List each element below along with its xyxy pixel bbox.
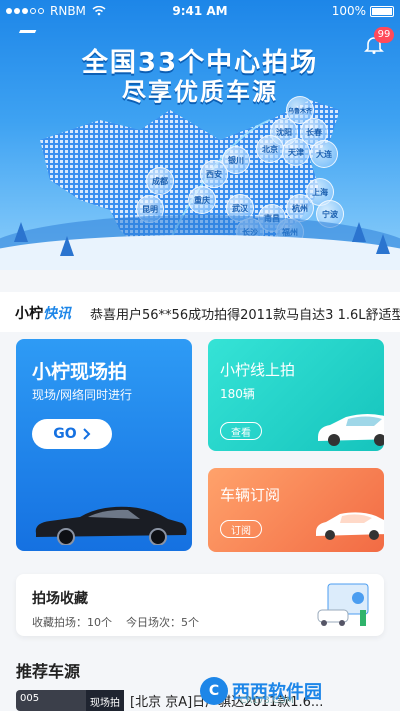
news-ticker[interactable]: 小柠快讯 恭喜用户56**56成功拍得2011款马自达3 1.6L舒适型 — [0, 292, 400, 332]
favorite-venues-card[interactable]: 拍场收藏 收藏拍场：10个 今日场次：5个 — [16, 574, 384, 636]
watermark-logo: C — [200, 677, 228, 705]
news-brand-suffix: 快讯 — [43, 306, 71, 322]
online-card-title: 小柠线上拍 — [220, 361, 296, 379]
notification-badge: 99 — [374, 27, 394, 43]
tree-icon — [376, 234, 390, 254]
tree-icon — [352, 222, 366, 242]
city-bubble[interactable]: 西安 — [200, 160, 228, 188]
vehicle-number: 005 — [20, 693, 40, 704]
monitor-car-illustration — [317, 583, 369, 626]
onsite-card-title: 小柠现场拍 — [32, 361, 128, 383]
battery-percent: 100% — [331, 4, 366, 18]
app-screen: 全国33个中心拍场 尽享优质车源 99 乌鲁木齐 沈阳 长春 北京 天津 大连 … — [0, 0, 400, 711]
city-bubble[interactable]: 大连 — [310, 140, 338, 168]
news-text[interactable]: 恭喜用户56**56成功拍得2011款马自达3 1.6L舒适型 — [90, 304, 400, 323]
chevron-right-icon — [82, 428, 91, 440]
watermark-url: CR173.COM — [240, 696, 294, 706]
city-bubble[interactable]: 成都 — [146, 167, 174, 195]
tree-icon — [60, 236, 74, 256]
favorites-stats: 收藏拍场：10个 今日场次：5个 — [32, 614, 199, 630]
favorites-title: 拍场收藏 — [32, 591, 88, 607]
subscribe-button[interactable]: 订阅 — [220, 520, 262, 538]
news-brand-prefix: 小柠 — [15, 306, 43, 322]
online-card-count: 180辆 — [220, 387, 255, 401]
black-car-illustration — [35, 506, 187, 545]
onsite-card-subtitle: 现场/网络同时进行 — [32, 388, 133, 402]
status-bar: RNBM 9:41 AM 100% — [0, 0, 400, 22]
recommend-section-title: 推荐车源 — [16, 662, 81, 681]
city-bubble[interactable]: 北京 — [256, 135, 284, 163]
battery-icon — [370, 5, 394, 17]
white-car-illustration — [316, 512, 384, 540]
go-button[interactable]: GO — [32, 419, 112, 449]
watermark: C 西西软件园 CR173.COM — [200, 676, 390, 706]
subscription-card-title: 车辆订阅 — [220, 486, 281, 504]
view-button[interactable]: 查看 — [220, 422, 262, 440]
city-bubble[interactable]: 重庆 — [188, 186, 216, 214]
auction-type-tag: 现场拍 — [86, 690, 124, 711]
city-bubble[interactable]: 天津 — [282, 138, 310, 166]
onsite-auction-card[interactable]: 小柠现场拍 现场/网络同时进行 GO — [16, 339, 192, 551]
go-button-label: GO — [53, 426, 77, 442]
collected-venues: 收藏拍场：10个 — [32, 616, 112, 629]
hero-banner[interactable]: 全国33个中心拍场 尽享优质车源 99 乌鲁木齐 沈阳 长春 北京 天津 大连 … — [0, 0, 400, 270]
tree-icon — [14, 222, 28, 242]
plane-icon — [15, 30, 37, 40]
online-auction-card[interactable]: 小柠线上拍 180辆 查看 — [208, 339, 384, 451]
white-car-illustration — [318, 414, 384, 446]
vehicle-thumbnail: 005 现场拍 — [16, 690, 124, 711]
news-brand: 小柠快讯 — [15, 303, 71, 323]
today-sessions: 今日场次：5个 — [126, 616, 199, 629]
vehicle-subscription-card[interactable]: 车辆订阅 订阅 — [208, 468, 384, 552]
